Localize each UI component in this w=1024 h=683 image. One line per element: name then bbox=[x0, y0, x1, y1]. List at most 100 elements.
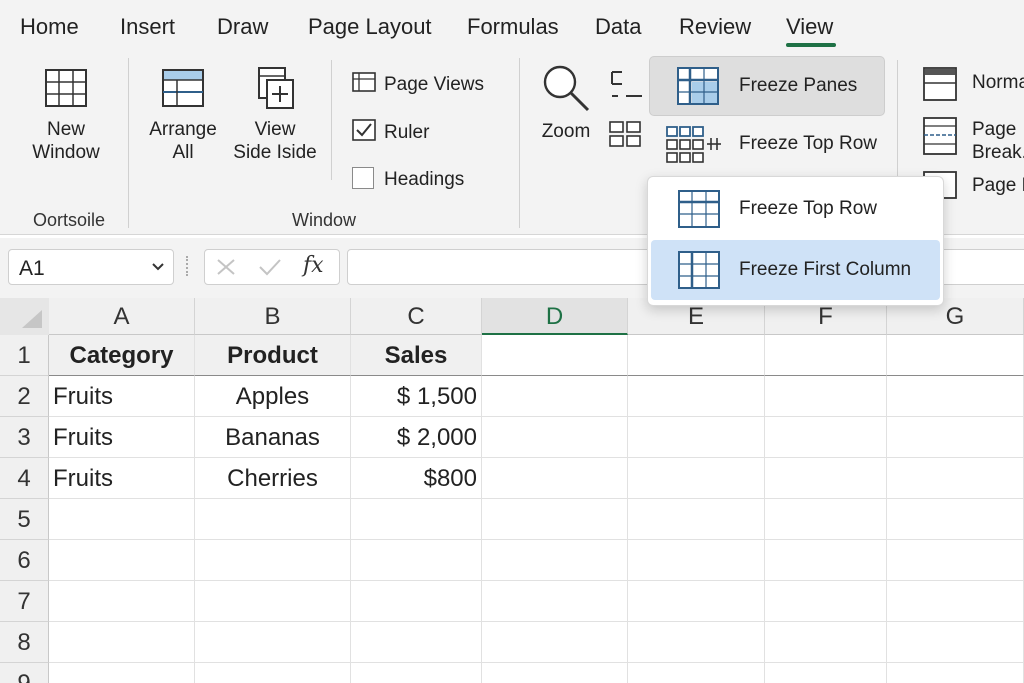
cell-e1[interactable] bbox=[628, 335, 765, 376]
cell-g5[interactable] bbox=[887, 499, 1024, 540]
cell-b3[interactable]: Bananas bbox=[195, 417, 351, 458]
cell-c1[interactable]: Sales bbox=[351, 335, 482, 376]
enter-check-icon[interactable] bbox=[257, 257, 283, 277]
view-side-button[interactable]: View Side Iside bbox=[228, 62, 322, 164]
cell-c7[interactable] bbox=[351, 581, 482, 622]
tab-review[interactable]: Review bbox=[679, 14, 751, 40]
cell-f5[interactable] bbox=[765, 499, 887, 540]
cell-a4[interactable]: Fruits bbox=[49, 458, 195, 499]
dropdown-freeze-first-column[interactable]: Freeze First Column bbox=[651, 240, 940, 300]
cell-c5[interactable] bbox=[351, 499, 482, 540]
cell-e9[interactable] bbox=[628, 663, 765, 683]
arrange-all-button[interactable]: Arrange All bbox=[140, 62, 226, 164]
cell-a3[interactable]: Fruits bbox=[49, 417, 195, 458]
name-box[interactable]: A1 bbox=[8, 249, 174, 285]
grid-split-icon[interactable] bbox=[608, 120, 642, 148]
column-header-a[interactable]: A bbox=[49, 298, 195, 335]
cell-g1[interactable] bbox=[887, 335, 1024, 376]
outline-icon[interactable] bbox=[608, 68, 644, 102]
cell-e5[interactable] bbox=[628, 499, 765, 540]
cell-c8[interactable] bbox=[351, 622, 482, 663]
tab-insert[interactable]: Insert bbox=[120, 14, 175, 40]
cell-c4[interactable]: $800 bbox=[351, 458, 482, 499]
tab-draw[interactable]: Draw bbox=[217, 14, 268, 40]
cell-f2[interactable] bbox=[765, 376, 887, 417]
cell-d4[interactable] bbox=[482, 458, 628, 499]
cell-f1[interactable] bbox=[765, 335, 887, 376]
cell-f6[interactable] bbox=[765, 540, 887, 581]
cell-d1[interactable] bbox=[482, 335, 628, 376]
cell-d7[interactable] bbox=[482, 581, 628, 622]
cell-g7[interactable] bbox=[887, 581, 1024, 622]
cell-g4[interactable] bbox=[887, 458, 1024, 499]
row-header-3[interactable]: 3 bbox=[0, 417, 49, 458]
tab-home[interactable]: Home bbox=[20, 14, 79, 40]
chevron-down-icon[interactable] bbox=[151, 261, 165, 273]
cell-b5[interactable] bbox=[195, 499, 351, 540]
row-header-4[interactable]: 4 bbox=[0, 458, 49, 499]
cell-d5[interactable] bbox=[482, 499, 628, 540]
tab-data[interactable]: Data bbox=[595, 14, 641, 40]
freeze-panes-button[interactable]: Freeze Panes bbox=[649, 56, 885, 116]
cancel-icon[interactable] bbox=[215, 257, 237, 277]
cell-c3[interactable]: $ 2,000 bbox=[351, 417, 482, 458]
cell-d3[interactable] bbox=[482, 417, 628, 458]
row-header-7[interactable]: 7 bbox=[0, 581, 49, 622]
cell-b8[interactable] bbox=[195, 622, 351, 663]
zoom-button[interactable]: Zoom bbox=[532, 62, 600, 143]
cell-d6[interactable] bbox=[482, 540, 628, 581]
tab-page-layout[interactable]: Page Layout bbox=[308, 14, 432, 40]
cell-b4[interactable]: Cherries bbox=[195, 458, 351, 499]
cell-f8[interactable] bbox=[765, 622, 887, 663]
cell-g2[interactable] bbox=[887, 376, 1024, 417]
cell-d2[interactable] bbox=[482, 376, 628, 417]
new-window-button[interactable]: New Window bbox=[20, 62, 112, 164]
cell-c6[interactable] bbox=[351, 540, 482, 581]
freeze-top-row-ribbon-button[interactable]: Freeze Top Row bbox=[665, 123, 885, 167]
formula-bar-grip[interactable] bbox=[186, 256, 190, 276]
cell-f4[interactable] bbox=[765, 458, 887, 499]
cell-g8[interactable] bbox=[887, 622, 1024, 663]
normal-view-button[interactable]: Norma bbox=[922, 64, 1024, 106]
row-header-6[interactable]: 6 bbox=[0, 540, 49, 581]
cell-d8[interactable] bbox=[482, 622, 628, 663]
cell-e6[interactable] bbox=[628, 540, 765, 581]
cell-a5[interactable] bbox=[49, 499, 195, 540]
page-break-button[interactable]: Page Break. bbox=[922, 114, 1024, 166]
headings-checkbox[interactable]: Headings bbox=[352, 167, 464, 191]
cell-b7[interactable] bbox=[195, 581, 351, 622]
tab-formulas[interactable]: Formulas bbox=[467, 14, 559, 40]
cell-b2[interactable]: Apples bbox=[195, 376, 351, 417]
row-header-8[interactable]: 8 bbox=[0, 622, 49, 663]
cell-a8[interactable] bbox=[49, 622, 195, 663]
cell-a1[interactable]: Category bbox=[49, 335, 195, 376]
cell-e7[interactable] bbox=[628, 581, 765, 622]
cell-e8[interactable] bbox=[628, 622, 765, 663]
row-header-2[interactable]: 2 bbox=[0, 376, 49, 417]
cell-a2[interactable]: Fruits bbox=[49, 376, 195, 417]
cell-e3[interactable] bbox=[628, 417, 765, 458]
column-header-c[interactable]: C bbox=[351, 298, 482, 335]
cell-f7[interactable] bbox=[765, 581, 887, 622]
cell-f9[interactable] bbox=[765, 663, 887, 683]
dropdown-freeze-top-row[interactable]: Freeze Top Row bbox=[651, 179, 940, 239]
cell-a7[interactable] bbox=[49, 581, 195, 622]
cell-b6[interactable] bbox=[195, 540, 351, 581]
cell-a6[interactable] bbox=[49, 540, 195, 581]
row-header-9[interactable]: 9 bbox=[0, 663, 49, 683]
row-header-1[interactable]: 1 bbox=[0, 335, 49, 376]
cell-a9[interactable] bbox=[49, 663, 195, 683]
cell-g9[interactable] bbox=[887, 663, 1024, 683]
cell-b9[interactable] bbox=[195, 663, 351, 683]
cell-c2[interactable]: $ 1,500 bbox=[351, 376, 482, 417]
cell-e2[interactable] bbox=[628, 376, 765, 417]
cell-g6[interactable] bbox=[887, 540, 1024, 581]
cell-e4[interactable] bbox=[628, 458, 765, 499]
ruler-checkbox[interactable]: Ruler bbox=[352, 119, 429, 144]
column-header-b[interactable]: B bbox=[195, 298, 351, 335]
row-header-5[interactable]: 5 bbox=[0, 499, 49, 540]
cell-d9[interactable] bbox=[482, 663, 628, 683]
column-header-d[interactable]: D bbox=[482, 298, 628, 335]
cell-f3[interactable] bbox=[765, 417, 887, 458]
cell-c9[interactable] bbox=[351, 663, 482, 683]
